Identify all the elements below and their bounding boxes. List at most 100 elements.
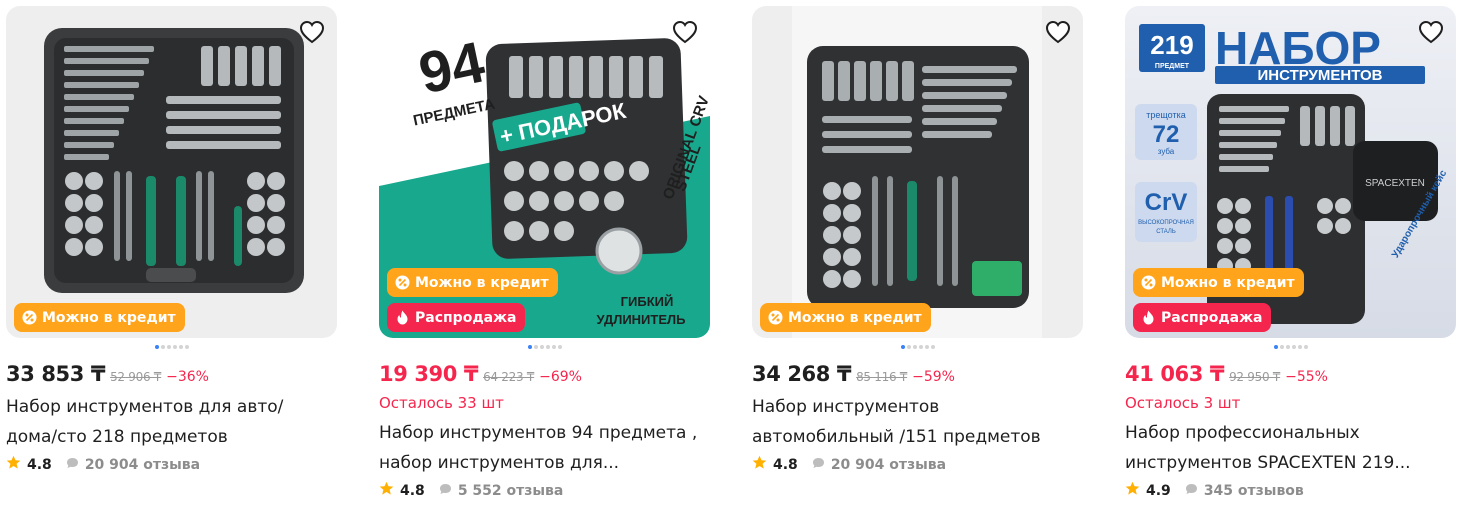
image-carousel-dots[interactable] bbox=[6, 340, 337, 354]
favorite-heart-icon[interactable] bbox=[1416, 17, 1446, 47]
sale-badge: Распродажа bbox=[1133, 303, 1272, 332]
carousel-dot[interactable] bbox=[172, 345, 177, 349]
image-text-extension: УДЛИНИТЕЛЬ bbox=[597, 312, 686, 327]
carousel-dot[interactable] bbox=[930, 345, 935, 349]
old-price: 52 906 ₸ bbox=[110, 370, 162, 384]
image-text-instrumentov: ИНСТРУМЕНТОВ bbox=[1258, 67, 1383, 84]
review-count[interactable]: 20 904 отзыва bbox=[85, 457, 200, 473]
product-grid: Можно в кредит 33 853 ₸ 52 906 ₸ −36% На… bbox=[6, 6, 1456, 500]
credit-badge: Можно в кредит bbox=[1133, 268, 1304, 297]
toolset-photo bbox=[752, 6, 1083, 338]
price-row: 41 063 ₸ 92 950 ₸ −55% bbox=[1125, 362, 1456, 388]
product-title-line: дома/сто 218 предметов bbox=[6, 427, 228, 447]
image-text-high-strength: ВЫСОКОПРОЧНАЯ bbox=[1138, 220, 1194, 226]
favorite-heart-icon[interactable] bbox=[1043, 17, 1073, 47]
image-carousel-dots[interactable] bbox=[752, 340, 1083, 354]
fire-icon bbox=[1141, 310, 1156, 325]
star-icon bbox=[379, 481, 394, 500]
product-title[interactable]: Набор инструментов автомобильный /151 пр… bbox=[752, 392, 1083, 452]
badge-group: Можно в кредит Распродажа bbox=[387, 268, 558, 332]
carousel-dot[interactable] bbox=[533, 345, 538, 349]
current-price: 19 390 ₸ bbox=[379, 362, 479, 386]
carousel-dot[interactable] bbox=[900, 345, 905, 349]
carousel-dot[interactable] bbox=[906, 345, 911, 349]
product-card[interactable]: Можно в кредит 34 268 ₸ 85 116 ₸ −59% На… bbox=[752, 6, 1083, 500]
rating-row: 4.8 20 904 отзыва bbox=[752, 455, 1083, 474]
rating-row: 4.8 5 552 отзыва bbox=[379, 481, 710, 500]
carousel-dot[interactable] bbox=[1273, 345, 1278, 349]
carousel-dot[interactable] bbox=[557, 345, 562, 349]
discount-percent: −36% bbox=[166, 369, 209, 385]
carousel-dot[interactable] bbox=[1291, 345, 1296, 349]
review-bubble-icon bbox=[1185, 483, 1198, 499]
credit-badge-label: Можно в кредит bbox=[1161, 274, 1295, 291]
product-image[interactable]: Можно в кредит bbox=[6, 6, 337, 338]
star-icon bbox=[6, 455, 21, 474]
credit-badge-label: Можно в кредит bbox=[788, 309, 922, 326]
product-image[interactable]: Можно в кредит bbox=[752, 6, 1083, 338]
carousel-dot[interactable] bbox=[1303, 345, 1308, 349]
image-text-flexible: ГИБКИЙ bbox=[621, 294, 674, 309]
carousel-dot[interactable] bbox=[160, 345, 165, 349]
product-title-line: Набор инструментов bbox=[752, 397, 940, 417]
review-count[interactable]: 345 отзывов bbox=[1204, 483, 1304, 499]
image-text-brand: SPACEXTEN bbox=[1365, 178, 1425, 189]
product-card[interactable]: 219 ПРЕДМЕТ НАБОР ИНСТРУМЕНТОВ трещотка … bbox=[1125, 6, 1456, 500]
credit-badge-label: Можно в кредит bbox=[415, 274, 549, 291]
image-text-ratchet: трещотка bbox=[1146, 110, 1186, 120]
rating-score: 4.8 bbox=[773, 456, 798, 473]
review-bubble-icon bbox=[66, 457, 79, 473]
image-carousel-dots[interactable] bbox=[379, 340, 710, 354]
old-price: 85 116 ₸ bbox=[856, 370, 908, 384]
carousel-dot[interactable] bbox=[178, 345, 183, 349]
carousel-dot[interactable] bbox=[539, 345, 544, 349]
image-carousel-dots[interactable] bbox=[1125, 340, 1456, 354]
favorite-heart-icon[interactable] bbox=[297, 17, 327, 47]
product-image[interactable]: 219 ПРЕДМЕТ НАБОР ИНСТРУМЕНТОВ трещотка … bbox=[1125, 6, 1456, 338]
discount-percent: −69% bbox=[539, 369, 582, 385]
credit-badge: Можно в кредит bbox=[387, 268, 558, 297]
old-price: 92 950 ₸ bbox=[1229, 370, 1281, 384]
star-icon bbox=[1125, 481, 1140, 500]
carousel-dot[interactable] bbox=[545, 345, 550, 349]
carousel-dot[interactable] bbox=[184, 345, 189, 349]
carousel-dot[interactable] bbox=[166, 345, 171, 349]
carousel-dot[interactable] bbox=[918, 345, 923, 349]
carousel-dot[interactable] bbox=[1297, 345, 1302, 349]
review-bubble-icon bbox=[812, 457, 825, 473]
review-count[interactable]: 20 904 отзыва bbox=[831, 457, 946, 473]
sale-badge-label: Распродажа bbox=[415, 309, 517, 326]
price-row: 34 268 ₸ 85 116 ₸ −59% bbox=[752, 362, 1083, 388]
carousel-dot[interactable] bbox=[1279, 345, 1284, 349]
carousel-dot[interactable] bbox=[527, 345, 532, 349]
percent-icon bbox=[395, 275, 410, 290]
image-text-teeth: зуба bbox=[1158, 147, 1175, 156]
product-title-line: Набор инструментов 94 предмета , bbox=[379, 423, 698, 443]
image-text-94: 94 bbox=[413, 29, 490, 106]
product-title[interactable]: Набор инструментов для авто/ дома/сто 21… bbox=[6, 392, 337, 452]
carousel-dot[interactable] bbox=[551, 345, 556, 349]
carousel-dot[interactable] bbox=[1285, 345, 1290, 349]
image-text-predmet: ПРЕДМЕТ bbox=[1155, 63, 1190, 70]
review-count[interactable]: 5 552 отзыва bbox=[458, 483, 564, 499]
price-row: 19 390 ₸ 64 223 ₸ −69% bbox=[379, 362, 710, 388]
sale-badge: Распродажа bbox=[387, 303, 526, 332]
product-card[interactable]: Можно в кредит 33 853 ₸ 52 906 ₸ −36% На… bbox=[6, 6, 337, 500]
product-title[interactable]: Набор инструментов 94 предмета , набор и… bbox=[379, 418, 710, 478]
favorite-heart-icon[interactable] bbox=[670, 17, 700, 47]
current-price: 41 063 ₸ bbox=[1125, 362, 1225, 386]
percent-icon bbox=[1141, 275, 1156, 290]
carousel-dot[interactable] bbox=[924, 345, 929, 349]
product-image[interactable]: + ПОДАРОК 94 ПРЕДМЕТА ORIGINAL CRV STEEL… bbox=[379, 6, 710, 338]
carousel-dot[interactable] bbox=[154, 345, 159, 349]
percent-icon bbox=[768, 310, 783, 325]
product-title-line: набор инструментов для... bbox=[379, 453, 620, 473]
toolset-photo bbox=[6, 6, 337, 338]
image-text-steel-ru: СТАЛЬ bbox=[1156, 229, 1176, 235]
stock-left: Осталось 33 шт bbox=[379, 394, 504, 412]
image-text-219: 219 bbox=[1150, 30, 1193, 60]
carousel-dot[interactable] bbox=[912, 345, 917, 349]
product-card[interactable]: + ПОДАРОК 94 ПРЕДМЕТА ORIGINAL CRV STEEL… bbox=[379, 6, 710, 500]
product-title[interactable]: Набор профессиональных инструментов SPAC… bbox=[1125, 418, 1456, 478]
product-title-line: инструментов SPACEXTEN 219... bbox=[1125, 453, 1411, 473]
